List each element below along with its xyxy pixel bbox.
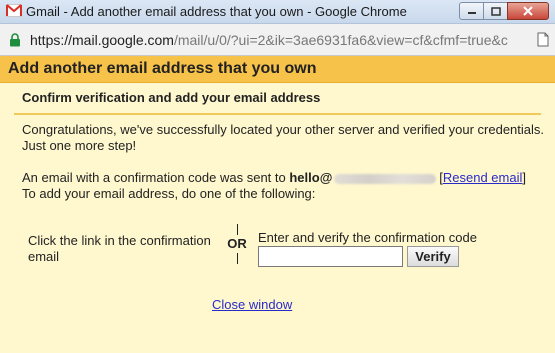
sent-prefix: An email with a confirmation code was se… xyxy=(22,170,290,185)
confirmation-code-input[interactable] xyxy=(258,246,403,267)
dialog-title: Add another email address that you own xyxy=(8,60,317,77)
congrats-line-1: Congratulations, we've successfully loca… xyxy=(22,122,545,137)
or-label: OR xyxy=(227,236,247,251)
gmail-icon xyxy=(6,4,22,17)
page-icon xyxy=(537,32,549,47)
resend-email-link[interactable]: Resend email xyxy=(443,170,523,185)
window-title: Gmail - Add another email address that y… xyxy=(26,4,407,19)
url-host: https://mail.google.com xyxy=(30,32,174,48)
close-window-link[interactable]: Close window xyxy=(212,297,292,312)
congratulations-text: Congratulations, we've successfully loca… xyxy=(22,122,545,154)
sent-info: An email with a confirmation code was se… xyxy=(22,170,542,202)
maximize-icon xyxy=(490,6,501,16)
window-controls xyxy=(459,2,549,20)
or-line-bottom xyxy=(236,253,238,264)
add-email-dialog: Add another email address that you own C… xyxy=(0,56,555,353)
verify-button[interactable]: Verify xyxy=(407,246,459,267)
dialog-header: Add another email address that you own xyxy=(0,56,555,83)
window-titlebar: Gmail - Add another email address that y… xyxy=(0,0,555,24)
close-button[interactable] xyxy=(507,2,549,20)
minimize-button[interactable] xyxy=(459,2,484,20)
address-bar[interactable]: https://mail.google.com/mail/u/0/?ui=2&i… xyxy=(0,24,555,56)
code-label: Enter and verify the confirmation code xyxy=(258,230,477,245)
maximize-button[interactable] xyxy=(483,2,508,20)
redacted-email-domain xyxy=(334,173,437,184)
sent-email: hello@ xyxy=(289,170,333,185)
lock-icon xyxy=(9,33,21,47)
resend-wrapper: [Resend email] xyxy=(439,170,526,185)
url-path: /mail/u/0/?ui=2&ik=3ae6931fa6&view=cf&cf… xyxy=(173,32,508,48)
instruction-text: To add your email address, do one of the… xyxy=(22,186,316,201)
option-enter-code: Enter and verify the confirmation code V… xyxy=(258,230,538,267)
or-line-top xyxy=(236,224,238,235)
close-icon xyxy=(523,6,533,16)
minimize-icon xyxy=(467,12,476,14)
sent-line: An email with a confirmation code was se… xyxy=(22,170,542,186)
section-title: Confirm verification and add your email … xyxy=(22,90,321,105)
url-text[interactable]: https://mail.google.com/mail/u/0/?ui=2&i… xyxy=(30,32,535,48)
section-divider xyxy=(14,113,541,115)
congrats-line-2: Just one more step! xyxy=(22,138,137,153)
option-click-link: Click the link in the confirmation email xyxy=(28,233,211,264)
or-separator: OR xyxy=(226,224,248,272)
